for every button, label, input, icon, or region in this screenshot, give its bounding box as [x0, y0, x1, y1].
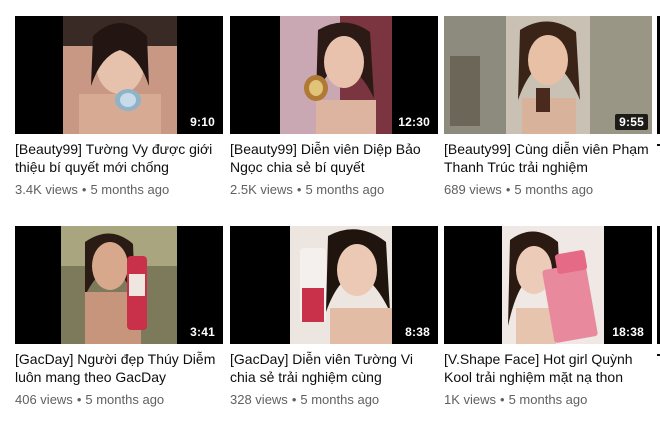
view-count: 689 views	[444, 182, 502, 197]
upload-age: 5 months ago	[508, 392, 588, 407]
upload-age: 5 months ago	[85, 392, 165, 407]
upload-age: 5 months ago	[300, 392, 380, 407]
duration-badge: 12:30	[394, 114, 434, 130]
video-thumbnail[interactable]: 8:38	[230, 226, 438, 344]
video-card[interactable]: 9:10 [Beauty99] Tường Vy được giới thiệu…	[15, 16, 227, 198]
view-count: 328 views	[230, 392, 288, 407]
video-meta: 406 views • 5 months ago	[15, 392, 227, 408]
video-title[interactable]: [GacDay] Diễn viên Tường Vi chia sẻ trải…	[230, 350, 436, 386]
video-meta: 1K views • 5 months ago	[444, 392, 656, 408]
video-meta: 328 views • 5 months ago	[230, 392, 442, 408]
video-card[interactable]: 18:38 [V.Shape Face] Hot girl Quỳnh Kool…	[444, 226, 656, 408]
video-grid: 9:10 [Beauty99] Tường Vy được giới thiệu…	[0, 0, 660, 421]
video-card[interactable]: 9:55 [Beauty99] Cùng diễn viên Phạm Than…	[444, 16, 656, 198]
video-meta: 689 views • 5 months ago	[444, 182, 656, 198]
video-thumbnail[interactable]: 12:30	[230, 16, 438, 134]
meta-separator: •	[76, 392, 82, 407]
video-title[interactable]: [GacDay] Người đẹp Thúy Diễm luôn mang t…	[15, 350, 221, 386]
video-title[interactable]: [Beauty99] Cùng diễn viên Phạm Thanh Trú…	[444, 140, 650, 176]
upload-age: 5 months ago	[90, 182, 170, 197]
video-meta: 3.4K views • 5 months ago	[15, 182, 227, 198]
video-thumbnail[interactable]: 9:10	[15, 16, 223, 134]
duration-badge: 3:41	[186, 324, 219, 340]
upload-age: 5 months ago	[305, 182, 385, 197]
video-thumbnail[interactable]: 18:38	[444, 226, 652, 344]
video-title[interactable]: [Beauty99] Diễn viên Diệp Bảo Ngọc chia …	[230, 140, 436, 176]
view-count: 3.4K views	[15, 182, 78, 197]
meta-separator: •	[291, 392, 297, 407]
duration-badge: 8:38	[401, 324, 434, 340]
view-count: 406 views	[15, 392, 73, 407]
video-card[interactable]: 3:41 [GacDay] Người đẹp Thúy Diễm luôn m…	[15, 226, 227, 408]
duration-badge: 9:55	[615, 114, 648, 130]
duration-badge: 9:10	[186, 114, 219, 130]
meta-separator: •	[500, 392, 505, 407]
meta-separator: •	[81, 182, 87, 197]
video-meta: 2.5K views • 5 months ago	[230, 182, 442, 198]
meta-separator: •	[505, 182, 511, 197]
view-count: 2.5K views	[230, 182, 293, 197]
view-count: 1K views	[444, 392, 497, 407]
video-thumbnail[interactable]: 3:41	[15, 226, 223, 344]
video-title[interactable]: [Beauty99] Tường Vy được giới thiệu bí q…	[15, 140, 221, 176]
meta-separator: •	[296, 182, 302, 197]
video-card[interactable]: 8:38 [GacDay] Diễn viên Tường Vi chia sẻ…	[230, 226, 442, 408]
video-title[interactable]: [V.Shape Face] Hot girl Quỳnh Kool trải …	[444, 350, 650, 386]
video-thumbnail[interactable]: 9:55	[444, 16, 652, 134]
duration-badge: 18:38	[608, 324, 648, 340]
video-card[interactable]: 12:30 [Beauty99] Diễn viên Diệp Bảo Ngọc…	[230, 16, 442, 198]
upload-age: 5 months ago	[514, 182, 594, 197]
